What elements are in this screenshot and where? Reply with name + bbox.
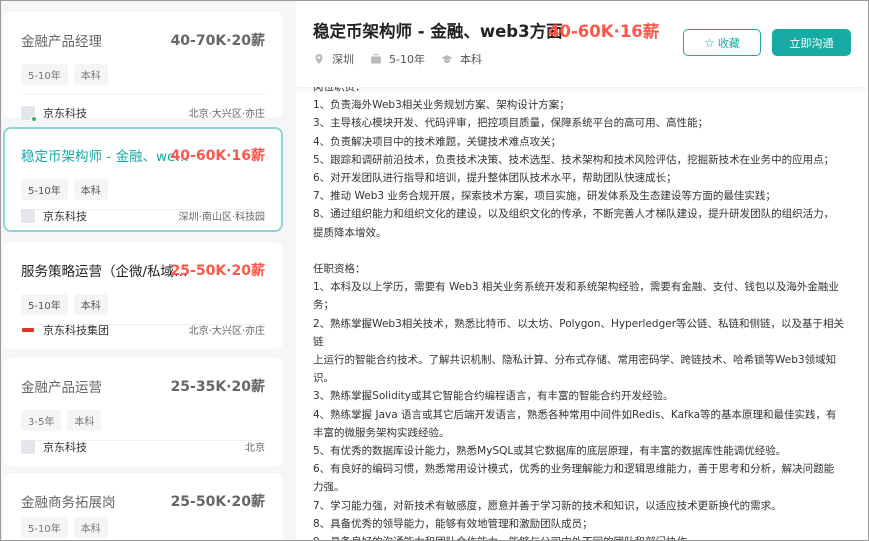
description-line: 3、主导核心模块开发、代码评审，把控项目质量，保障系统平台的高可用、高性能； — [313, 117, 709, 130]
tag-experience: 5-10年 — [21, 517, 68, 538]
job-card-header: 金融产品经理 40-70K·20薪 — [21, 30, 265, 50]
job-title: 服务策略运营（企微/私域/... — [21, 264, 189, 280]
description-line: 3、熟练掌握Solidity或其它智能合约编程语言，有丰富的智能合约开发经验。 — [313, 390, 674, 403]
description-line: 5、跟踪和调研前沿技术，负责技术决策、技术选型、技术架构和技术风险评估，挖掘新技… — [313, 153, 835, 166]
description-line: 1、负责海外Web3相关业务规划方案、架构设计方案； — [313, 99, 570, 112]
company-location: 深圳·南山区·科技园 — [178, 212, 265, 223]
job-card-selected[interactable]: 稳定币架构师 - 金融、web3方面 40-60K·16薪 5-10年 本科 京… — [3, 127, 283, 232]
description-line: 识。 — [313, 372, 334, 385]
company-row: 京东科技集团 北京·大兴区·亦庄 — [21, 322, 265, 338]
job-tags: 5-10年 本科 — [21, 517, 108, 538]
job-tags: 3-5年 本科 — [21, 410, 102, 431]
description-line: 4、熟练掌握 Java 语言或其它后端开发语言，熟悉各种常用中间件如Redis、… — [313, 408, 837, 421]
description-line: 5、有优秀的数据库设计能力，熟悉MySQL或其它数据库的底层原理，有丰富的数据库… — [313, 445, 787, 458]
job-card[interactable]: 金融商务拓展岗 25-50K·20薪 5-10年 本科 — [3, 473, 283, 540]
briefcase-icon — [371, 54, 381, 64]
job-salary: 25-35K·20薪 — [170, 379, 265, 395]
description-line: 4、负责解决项目中的技术难题，关键技术难点攻关； — [313, 135, 562, 148]
job-card[interactable]: 服务策略运营（企微/私域/... 25-50K·20薪 5-10年 本科 京东科… — [3, 242, 283, 349]
meta-experience-text: 5-10年 — [389, 53, 425, 66]
company-logo — [21, 106, 37, 122]
description-line: 务； — [313, 299, 334, 312]
tag-education: 本科 — [73, 179, 108, 200]
description-line: 力强。 — [313, 481, 345, 494]
description-line: 1、本科及以上学历，需要有 Web3 相关业务系统开发和系统架构经验，需要有金融… — [313, 281, 839, 294]
company-row: 京东科技 深圳·南山区·科技园 — [21, 208, 265, 224]
description-line: 7、学习能力强，对新技术有敏感度，愿意并善于学习新的技术和知识，以适应技术更新换… — [313, 499, 782, 512]
star-icon: ☆ — [704, 35, 715, 50]
company-location: 北京 — [245, 443, 265, 454]
job-salary: 25-50K·20薪 — [170, 494, 265, 510]
detail-title: 稳定币架构师 - 金融、web3方面 — [313, 22, 563, 41]
favorite-label: 收藏 — [717, 36, 740, 50]
description-line: 2、熟练掌握Web3相关技术，熟悉比特币、以太坊、Polygon、Hyperle… — [313, 317, 845, 348]
job-salary: 40-60K·16薪 — [170, 148, 265, 164]
description-line: 8、具备优秀的领导能力，能够有效地管理和激励团队成员； — [313, 517, 593, 530]
job-tags: 5-10年 本科 — [21, 294, 108, 315]
job-card-header: 金融产品运营 25-35K·20薪 — [21, 376, 265, 396]
tag-experience: 5-10年 — [21, 64, 68, 85]
meta-city-text: 深圳 — [332, 53, 354, 66]
tag-experience: 5-10年 — [21, 294, 68, 315]
company-name: 京东科技 — [43, 210, 87, 223]
tag-education: 本科 — [73, 64, 108, 85]
job-detail-panel: 稳定币架构师 - 金融、web3方面 40-60K·16薪 深圳 5-10年 本… — [296, 1, 868, 540]
company-row: 京东科技 北京 — [21, 439, 265, 455]
company-location: 北京·大兴区·亦庄 — [188, 109, 265, 120]
job-card-header: 稳定币架构师 - 金融、web3方面 40-60K·16薪 — [21, 145, 265, 165]
job-tags: 5-10年 本科 — [21, 179, 108, 200]
job-title: 金融产品运营 — [21, 380, 102, 396]
job-title: 金融商务拓展岗 — [21, 495, 116, 511]
chat-now-button[interactable]: 立即沟通 — [772, 29, 851, 56]
description-line: 7、推动 Web3 业务合规开展，探索技术方案，项目实施，研发体系及生态建设等方… — [313, 190, 776, 203]
tag-education: 本科 — [67, 410, 102, 431]
job-title: 金融产品经理 — [21, 34, 102, 50]
tag-experience: 5-10年 — [21, 179, 68, 200]
detail-meta: 深圳 5-10年 本科 — [313, 51, 498, 67]
job-salary: 25-50K·20薪 — [170, 263, 265, 279]
company-name: 京东科技 — [43, 107, 87, 120]
company-logo — [21, 209, 35, 223]
description-line: 9、具备良好的沟通能力和团队合作能力，能够与公司内外不同的团队和部门协作。 — [313, 533, 853, 540]
job-card-header: 服务策略运营（企微/私域/... 25-50K·20薪 — [21, 260, 265, 280]
description-line: 任职资格： — [313, 263, 366, 276]
description-spacer — [313, 242, 853, 260]
divider — [21, 94, 265, 95]
job-description: 岗位职责： 1、负责海外Web3相关业务规划方案、架构设计方案； 3、主导核心模块开… — [313, 78, 853, 540]
company-logo — [21, 440, 35, 454]
description-line: 上运行的智能合约技术。了解共识机制、隐私计算、分布式存储、常用密码学、跨链技术、… — [313, 354, 837, 367]
online-dot-icon — [31, 116, 37, 122]
meta-city: 深圳 — [313, 51, 354, 67]
company-logo — [21, 323, 35, 337]
job-card[interactable]: 金融产品经理 40-70K·20薪 5-10年 本科 京东科技 北京·大兴区·亦… — [3, 12, 283, 122]
meta-education-text: 本科 — [459, 53, 482, 66]
company-location: 北京·大兴区·亦庄 — [188, 326, 265, 337]
job-detail-header: 稳定币架构师 - 金融、web3方面 40-60K·16薪 深圳 5-10年 本… — [296, 1, 868, 87]
tag-education: 本科 — [73, 517, 108, 538]
company-name: 京东科技集团 — [43, 324, 109, 337]
job-list: 金融产品经理 40-70K·20薪 5-10年 本科 京东科技 北京·大兴区·亦… — [1, 1, 288, 540]
meta-education: 本科 — [441, 51, 482, 67]
detail-salary: 40-60K·16薪 — [548, 22, 660, 41]
meta-experience: 5-10年 — [370, 51, 425, 67]
job-card-header: 金融商务拓展岗 25-50K·20薪 — [21, 491, 265, 511]
company-row: 京东科技 北京·大兴区·亦庄 — [21, 105, 265, 122]
description-line: 6、对开发团队进行指导和培训，提升整体团队技术水平，帮助团队快速成长； — [313, 172, 677, 185]
job-title: 稳定币架构师 - 金融、web3方面 — [21, 149, 189, 165]
company-name: 京东科技 — [43, 441, 87, 454]
job-card[interactable]: 金融产品运营 25-35K·20薪 3-5年 本科 京东科技 北京 — [3, 358, 283, 466]
description-line: 6、有良好的编码习惯，熟悉常用设计模式，优秀的业务理解能力和逻辑思维能力，善于思… — [313, 463, 835, 476]
favorite-button[interactable]: ☆ 收藏 — [683, 29, 761, 56]
graduation-cap-icon — [441, 55, 453, 63]
tag-experience: 3-5年 — [21, 410, 62, 431]
description-line: 提质降本增效。 — [313, 226, 387, 239]
job-salary: 40-70K·20薪 — [170, 33, 265, 49]
description-line: 丰富的微服务架构实践经验。 — [313, 426, 450, 439]
tag-education: 本科 — [73, 294, 108, 315]
description-line: 8、通过组织能力和组织文化的建设，以及组织文化的传承，不断完善人才梯队建设，提升… — [313, 208, 835, 221]
job-tags: 5-10年 本科 — [21, 64, 108, 85]
chat-now-label: 立即沟通 — [789, 36, 834, 50]
location-pin-icon — [315, 54, 323, 64]
